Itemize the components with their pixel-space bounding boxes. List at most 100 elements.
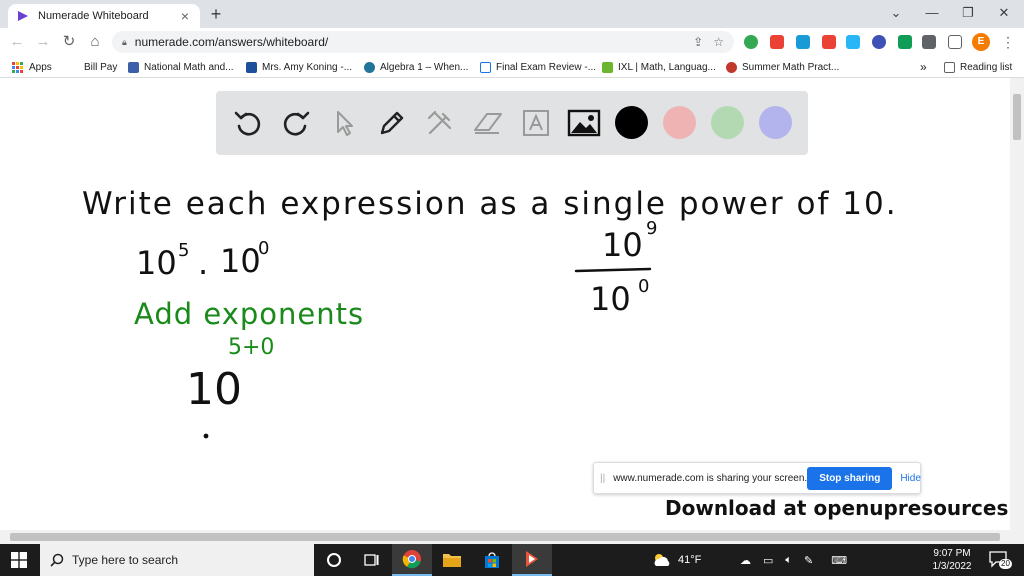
notification-center-icon[interactable]: 20 bbox=[988, 550, 1012, 570]
apps-grid-icon bbox=[12, 61, 23, 73]
bookmark-apps[interactable]: Apps bbox=[12, 59, 52, 75]
bookmark-label: Mrs. Amy Koning -... bbox=[262, 61, 353, 73]
bookmark-star-icon[interactable]: ☆ bbox=[713, 35, 724, 49]
note-fraction-bar bbox=[574, 267, 652, 273]
extension-camera-icon[interactable] bbox=[796, 35, 810, 49]
bookmark-label: Algebra 1 – When... bbox=[380, 61, 469, 73]
bookmark-summer-math-practice[interactable]: Summer Math Pract... bbox=[726, 59, 839, 75]
bookmark-label: Final Exam Review -... bbox=[496, 61, 597, 73]
notification-count: 20 bbox=[999, 559, 1012, 569]
horizontal-scrollbar[interactable] bbox=[0, 530, 1010, 544]
screen: Numerade Whiteboard × + ⌄ — ❐ ✕ ← → ↻ ⌂ … bbox=[0, 0, 1024, 576]
pen-icon[interactable] bbox=[374, 105, 410, 141]
cortana-icon[interactable] bbox=[314, 544, 354, 576]
weather-widget[interactable]: 41°F bbox=[652, 544, 701, 576]
address-bar[interactable]: 🔒︎ numerade.com/answers/whiteboard/ ⇪ ☆ bbox=[112, 31, 734, 53]
tab-search-icon[interactable]: ⌄ bbox=[878, 0, 914, 28]
restore-icon[interactable]: ❐ bbox=[950, 0, 986, 28]
watermark: Download at openupresources.org bbox=[665, 496, 1024, 520]
note-frac-den-exp: 0 bbox=[638, 276, 649, 297]
screen-share-bar: || www.numerade.com is sharing your scre… bbox=[593, 462, 921, 494]
browser-toolbar: ← → ↻ ⌂ 🔒︎ numerade.com/answers/whiteboa… bbox=[0, 28, 1024, 56]
classroom-icon bbox=[246, 61, 257, 73]
url-text: numerade.com/answers/whiteboard/ bbox=[134, 35, 329, 49]
extension-red-bookmark-icon[interactable] bbox=[822, 35, 836, 49]
note-instruction: Write each expression as a single power … bbox=[82, 186, 898, 222]
bookmark-bill-pay[interactable]: Bill Pay bbox=[84, 59, 117, 75]
tools-icon[interactable] bbox=[422, 105, 458, 141]
undo-icon[interactable] bbox=[230, 105, 266, 141]
national-math-icon bbox=[128, 61, 139, 73]
store-icon[interactable] bbox=[472, 544, 512, 576]
forward-icon[interactable]: → bbox=[32, 31, 54, 53]
extension-k-icon[interactable] bbox=[872, 35, 886, 49]
numerade-app-icon[interactable] bbox=[512, 544, 552, 576]
chrome-taskbar-icon[interactable] bbox=[392, 544, 432, 576]
bookmark-label: Summer Math Pract... bbox=[742, 61, 840, 73]
note-dot-mark bbox=[203, 433, 209, 439]
eraser-icon[interactable] bbox=[470, 105, 506, 141]
volume-icon[interactable]: 🔈︎ bbox=[785, 554, 792, 567]
weather-cloud-icon bbox=[654, 554, 670, 566]
reading-list[interactable]: Reading list bbox=[944, 59, 1012, 75]
whiteboard-toolbar bbox=[216, 91, 808, 155]
text-icon[interactable] bbox=[518, 105, 554, 141]
battery-icon[interactable]: ▭ bbox=[763, 554, 773, 567]
profile-avatar[interactable]: E bbox=[972, 33, 990, 51]
tab-close-icon[interactable]: × bbox=[178, 9, 192, 23]
stop-sharing-button[interactable]: Stop sharing bbox=[807, 466, 893, 490]
reload-icon[interactable]: ↻ bbox=[58, 31, 80, 53]
bookmark-algebra-1[interactable]: Algebra 1 – When... bbox=[364, 59, 468, 75]
back-icon[interactable]: ← bbox=[6, 31, 28, 53]
cast-icon[interactable] bbox=[948, 35, 962, 49]
color-swatch-lavender[interactable] bbox=[759, 106, 792, 139]
search-placeholder: Type here to search bbox=[72, 553, 179, 567]
note-expr1-exp2: 0 bbox=[258, 238, 269, 259]
drag-handle-icon[interactable]: || bbox=[600, 473, 605, 484]
tab-title: Numerade Whiteboard bbox=[38, 10, 149, 22]
extension-red-arrow-icon[interactable] bbox=[770, 35, 784, 49]
close-window-icon[interactable]: ✕ bbox=[986, 0, 1022, 28]
image-icon[interactable] bbox=[566, 105, 602, 141]
start-button[interactable] bbox=[0, 544, 38, 576]
weather-temp: 41°F bbox=[678, 554, 702, 566]
tab-numerade-whiteboard[interactable]: Numerade Whiteboard × bbox=[8, 4, 200, 28]
note-expr1-dot: . bbox=[198, 244, 208, 282]
system-clock[interactable]: 9:07 PM 1/3/2022 bbox=[922, 547, 982, 573]
share-icon[interactable]: ⇪ bbox=[693, 35, 703, 49]
bookmark-mrs-amy-koning[interactable]: Mrs. Amy Koning -... bbox=[246, 59, 352, 75]
extension-green-plus-icon[interactable] bbox=[744, 35, 758, 49]
extensions-puzzle-icon[interactable] bbox=[922, 35, 936, 49]
vertical-scroll-thumb[interactable] bbox=[1013, 94, 1021, 140]
more-menu-icon[interactable]: ⋮ bbox=[1000, 31, 1016, 53]
horizontal-scroll-thumb[interactable] bbox=[10, 533, 1000, 541]
page-icon bbox=[480, 61, 491, 73]
hide-button[interactable]: Hide bbox=[900, 473, 921, 484]
summer-math-icon bbox=[726, 61, 737, 73]
color-swatch-green[interactable] bbox=[711, 106, 744, 139]
extension-blue-gem-icon[interactable] bbox=[846, 35, 860, 49]
bookmark-national-math[interactable]: National Math and... bbox=[128, 59, 234, 75]
home-icon[interactable]: ⌂ bbox=[84, 31, 106, 53]
color-swatch-pink[interactable] bbox=[663, 106, 696, 139]
task-view-icon[interactable] bbox=[352, 544, 392, 576]
clock-date: 1/3/2022 bbox=[932, 561, 972, 572]
color-swatch-black[interactable] bbox=[615, 106, 648, 139]
onedrive-icon[interactable]: ☁ bbox=[740, 554, 751, 567]
pointer-icon[interactable] bbox=[326, 105, 362, 141]
more-bookmarks-icon[interactable]: » bbox=[920, 59, 927, 75]
minimize-icon[interactable]: — bbox=[914, 0, 950, 28]
extension-green-check-icon[interactable] bbox=[898, 35, 912, 49]
redo-icon[interactable] bbox=[278, 105, 314, 141]
pen-workspace-icon[interactable]: ✎ bbox=[804, 554, 813, 567]
ixl-icon bbox=[602, 61, 613, 73]
file-explorer-icon[interactable] bbox=[432, 544, 472, 576]
taskbar-search[interactable]: Type here to search bbox=[40, 544, 314, 576]
note-result-exp: 5+0 bbox=[228, 335, 274, 360]
bookmark-final-exam-review[interactable]: Final Exam Review -... bbox=[480, 59, 596, 75]
bookmark-label: IXL | Math, Languag... bbox=[618, 61, 716, 73]
vertical-scrollbar[interactable] bbox=[1010, 78, 1024, 544]
new-tab-icon[interactable]: + bbox=[206, 4, 226, 24]
keyboard-icon[interactable]: ⌨ bbox=[831, 554, 847, 567]
bookmark-ixl[interactable]: IXL | Math, Languag... bbox=[602, 59, 716, 75]
